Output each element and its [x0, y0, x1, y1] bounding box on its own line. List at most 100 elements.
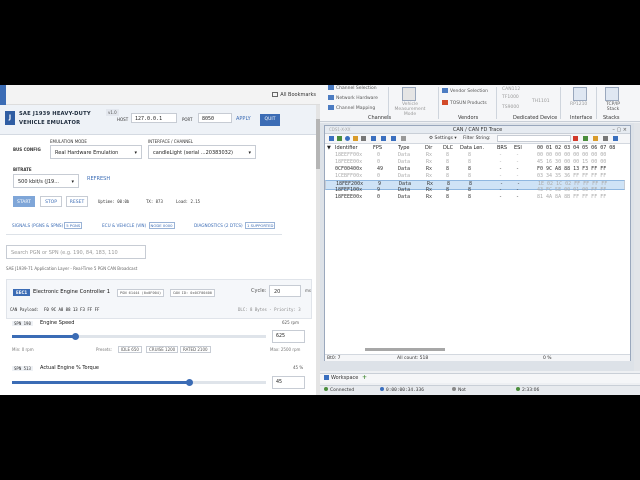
- refresh-button[interactable]: REFRESH: [87, 176, 110, 182]
- slider-fill: [12, 381, 190, 384]
- app-title-line2: VEHICLE EMULATOR: [19, 120, 81, 126]
- emulation-mode-select[interactable]: Real Hardware Emulation ▾: [50, 145, 142, 159]
- sort-icon[interactable]: ▼: [327, 145, 331, 152]
- workspace-tab[interactable]: Workspace: [324, 375, 358, 381]
- expand-icon[interactable]: [381, 136, 386, 141]
- app-layer-caption: SAE J1939-71 Application Layer - Real-Ti…: [6, 266, 138, 271]
- table-row[interactable]: 18FEF100x 9 Data Rx 8 8 - - 43 FC 5E 00 01 00 FF…: [325, 187, 625, 194]
- vendor-selection-button[interactable]: Vendor Selection: [442, 88, 488, 94]
- start-icon[interactable]: [337, 136, 342, 141]
- col-type[interactable]: Type: [398, 145, 409, 152]
- cell-fps: 0: [377, 152, 381, 158]
- torque-slider[interactable]: [12, 379, 266, 386]
- tab-signals-count: 5 PGNS: [64, 222, 83, 229]
- cell-data-len: 8: [468, 166, 472, 172]
- th1101-button[interactable]: TH1101: [532, 99, 550, 104]
- preset-idle-button[interactable]: IDLE 650: [118, 346, 142, 353]
- can112-button[interactable]: CAN112: [502, 87, 520, 92]
- settings-button[interactable]: ⚙ Settings ▾: [429, 136, 457, 141]
- col-data-bytes[interactable]: 00 01 02 03 04 05 06 07 08: [537, 145, 615, 152]
- cycle-time-input[interactable]: 20: [269, 285, 301, 297]
- column-icon[interactable]: [401, 136, 406, 141]
- quit-button[interactable]: QUIT: [260, 114, 280, 126]
- cell-identifier: 18EEFF00x: [335, 152, 363, 158]
- interface-channel-select[interactable]: candleLight (serial ...20383032) ▾: [148, 145, 256, 159]
- mapping-icon: [328, 105, 334, 110]
- channel-selection-button[interactable]: Channel Selection: [328, 85, 377, 91]
- desktop-scrollbar[interactable]: [634, 123, 640, 371]
- hardware-ribbon: Channel Selection Network Hardware Chann…: [320, 85, 640, 122]
- filter-string-input[interactable]: [497, 135, 571, 142]
- reset-button[interactable]: RESET: [66, 196, 88, 207]
- window-controls[interactable]: – ▢ ×: [612, 126, 627, 134]
- tcpip-stack-button[interactable]: TCP/IP Stack: [602, 102, 624, 112]
- slider-thumb[interactable]: [72, 333, 79, 340]
- table-row[interactable]: 0CF00400x 49 Data Rx 8 8 - - F0 9C A8 88 13 F3 F…: [325, 166, 625, 173]
- workspace-bar: Workspace +: [320, 373, 640, 383]
- tcpip-icon: [605, 87, 619, 101]
- network-hardware-button[interactable]: Network Hardware: [328, 95, 378, 101]
- channel-mapping-button[interactable]: Channel Mapping: [328, 105, 375, 111]
- mode-icon[interactable]: [371, 136, 376, 141]
- slider-thumb[interactable]: [186, 379, 194, 386]
- dlc-priority-text: DLC: 8 Bytes - Priority: 3: [238, 307, 301, 312]
- bookmark-icon[interactable]: [593, 136, 598, 141]
- cell-dlc: 8: [446, 173, 450, 179]
- horizontal-scrollbar[interactable]: [365, 348, 445, 351]
- all-bookmarks-button[interactable]: All Bookmarks: [272, 92, 316, 98]
- table-row[interactable]: 18FEEE00x 0 Data Rx 8 8 - - 81 4A 8A 8B FF FF FF…: [325, 194, 625, 201]
- app-logo: J: [5, 111, 15, 125]
- preset-cruise-button[interactable]: CRUISE 1200: [146, 346, 179, 353]
- options-icon[interactable]: [603, 136, 608, 141]
- host-input[interactable]: 127.0.0.1: [131, 113, 177, 123]
- add-workspace-icon[interactable]: +: [362, 374, 367, 381]
- presets-label: Presets:: [96, 347, 112, 352]
- col-esi[interactable]: ESI: [514, 145, 522, 152]
- col-data-len[interactable]: Data Len.: [460, 145, 484, 152]
- port-input[interactable]: 8050: [198, 113, 232, 123]
- vehicle-measurement-button[interactable]: Vehicle Measurement Mode: [390, 102, 430, 117]
- tab-diagnostics[interactable]: DIAGNOSTICS (2 DTCS) 1 SUPPORTED: [194, 222, 276, 229]
- tab-ecu-vehicle[interactable]: ECU & VEHICLE (VIN) NODE 0000: [102, 222, 175, 229]
- ts9000-button[interactable]: TS9000: [502, 105, 519, 110]
- rp1210-button[interactable]: RP1210: [570, 102, 587, 107]
- tab-signals[interactable]: SIGNALS (PGNS & SPNS) 5 PGNS: [12, 222, 83, 229]
- table-row[interactable]: 18FEEE00x 0 Data Rx 8 8 - - 45 16 30 00 00 15 00…: [325, 159, 625, 166]
- apply-button[interactable]: APPLY: [236, 116, 251, 122]
- col-fps[interactable]: FPS: [373, 145, 382, 152]
- cell-dlc: 8: [446, 194, 450, 200]
- uptime-text: Uptime: 00:0b: [98, 199, 130, 204]
- preset-rated-button[interactable]: RATED 2100: [180, 346, 211, 353]
- engine-speed-slider[interactable]: [12, 333, 266, 340]
- vendor-icon: [442, 88, 448, 93]
- trace-all-count: All count: 518: [397, 356, 429, 361]
- filter-icon[interactable]: [329, 136, 334, 141]
- collapse-icon[interactable]: [391, 136, 396, 141]
- version-badge: v1.0: [106, 109, 119, 116]
- highlight-icon[interactable]: [353, 136, 358, 141]
- engine-speed-input[interactable]: 625: [272, 330, 305, 343]
- slider-fill: [12, 335, 76, 338]
- col-brs[interactable]: BRS: [497, 145, 507, 152]
- col-dlc[interactable]: DLC: [443, 145, 453, 152]
- pgn-search-input[interactable]: Search PGN or SPN (e.g. 190, 84, 183, 11…: [6, 245, 146, 259]
- table-row[interactable]: 1CEBFF00x 0 Data Rx 8 8 - - 03 34 35 36 FF FF FF…: [325, 173, 625, 180]
- cell-brs: -: [499, 187, 503, 193]
- cell-fps: 0: [377, 159, 381, 165]
- stop-button[interactable]: STOP: [40, 196, 62, 207]
- start-button[interactable]: START: [13, 196, 35, 207]
- add-icon[interactable]: [583, 136, 588, 141]
- torque-input[interactable]: 45: [272, 376, 305, 389]
- detail-icon[interactable]: [345, 136, 350, 141]
- tosun-products-button[interactable]: TOSUN Products: [442, 100, 487, 106]
- main-tabs: SIGNALS (PGNS & SPNS) 5 PGNS ECU & VEHICL…: [6, 222, 282, 235]
- fit-icon[interactable]: [613, 136, 618, 141]
- bitrate-select[interactable]: 500 kbit/s (J19... ▾: [13, 174, 79, 188]
- table-row[interactable]: 18EEFF00x 0 Data Rx 8 8 - - 00 00 00 00 00 00 00…: [325, 152, 625, 159]
- clear-icon[interactable]: [573, 136, 578, 141]
- pgn-number-pill: PGN 61444 (0x0F004): [117, 289, 165, 297]
- toggle-icon[interactable]: [361, 136, 366, 141]
- col-identifier[interactable]: Identifier: [335, 145, 358, 152]
- tf1000-button[interactable]: TF1000: [502, 95, 519, 100]
- col-dir[interactable]: Dir: [425, 145, 432, 152]
